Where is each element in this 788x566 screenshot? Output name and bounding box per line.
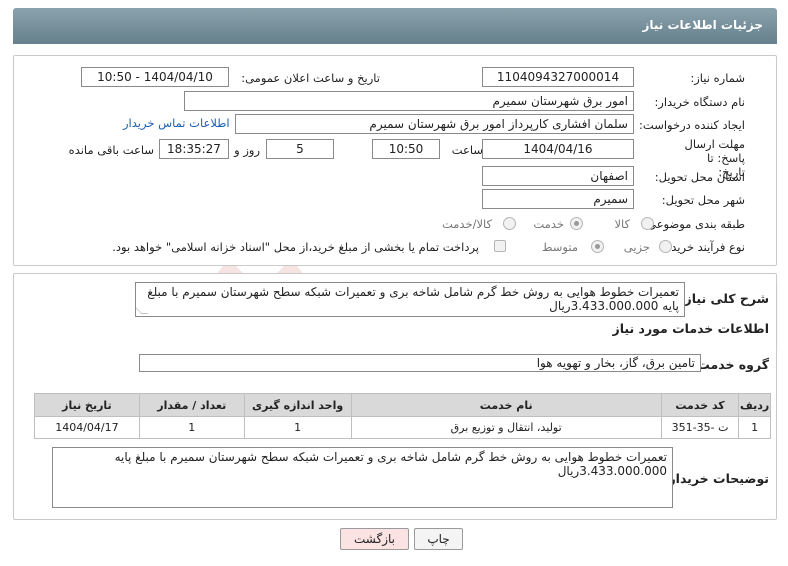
cell-row-number: 1 [738,416,771,439]
city-label: شهر محل تحویل: [661,193,745,207]
deadline-hour-label: ساعت [451,143,483,157]
days-field: 5 [266,139,334,159]
category-radio-service[interactable] [570,217,583,230]
process-label: نوع فرآیند خرید : [663,240,745,254]
process-option-minor: جزیی [623,240,650,254]
treasury-payment-checkbox[interactable] [494,240,506,252]
cell-service-code: ت -35-351 [660,416,740,439]
col-quantity: تعداد / مقدار [138,393,245,417]
buyer-notes-text: تعمیرات خطوط هوایی به روش خط گرم شامل شا… [114,450,667,478]
category-radio-goods[interactable] [641,217,654,230]
process-radio-medium[interactable] [591,240,604,253]
cell-service-name: تولید، انتقال و توزیع برق [350,416,662,439]
page-header: جزئیات اطلاعات نیاز [13,8,777,44]
page-title: جزئیات اطلاعات نیاز [642,18,763,32]
requester-label: ایجاد کننده درخواست: [639,118,745,132]
province-field: اصفهان [482,166,634,186]
buyer-notes-label: توضیحات خریدار: [663,471,769,486]
table-header-row: ردیف کد خدمت نام خدمت واحد اندازه گیری ت… [34,393,771,417]
category-option-goods: کالا [614,217,630,231]
announce-date-label: تاریخ و ساعت اعلان عمومی: [241,71,380,85]
service-group-field: تامین برق، گاز، بخار و تهویه هوا [139,354,701,372]
resize-grip-icon[interactable] [136,307,149,314]
back-button[interactable]: بازگشت [340,528,409,550]
need-number-label: شماره نیاز: [690,71,745,85]
deadline-date-field: 1404/04/16 [482,139,634,159]
col-row-number: ردیف [738,393,771,417]
print-button[interactable]: چاپ [414,528,463,550]
services-section-title: اطلاعات خدمات مورد نیاز [612,321,770,336]
days-label: روز و [234,143,260,157]
remaining-time-field: 18:35:27 [159,139,229,159]
buyer-label: نام دستگاه خریدار: [654,95,745,109]
province-label: استان محل تحویل: [654,170,745,184]
cell-unit: 1 [243,416,352,439]
table-row[interactable]: 1 ت -35-351 تولید، انتقال و توزیع برق 1 … [34,416,771,439]
summary-text: تعمیرات خطوط هوایی به روش خط گرم شامل شا… [147,285,679,313]
announce-date-field: 1404/04/10 - 10:50 [81,67,229,87]
requester-field: سلمان افشاری کارپرداز امور برق شهرستان س… [235,114,634,134]
deadline-time-field: 10:50 [372,139,440,159]
category-radio-goods-service[interactable] [503,217,516,230]
col-service-code: کد خدمت [660,393,740,417]
remaining-label: ساعت باقی مانده [68,143,154,157]
buyer-notes-textarea: تعمیرات خطوط هوایی به روش خط گرم شامل شا… [52,447,673,508]
city-field: سمیرم [482,189,634,209]
category-option-goods-service: کالا/خدمت [441,217,492,231]
category-option-service: خدمت [533,217,564,231]
process-radio-minor[interactable] [659,240,672,253]
category-label: طبقه بندی موضوعی: [643,217,745,231]
col-need-date: تاریخ نیاز [34,393,140,417]
process-option-medium: متوسط [541,240,578,254]
summary-label: شرح کلی نیاز: [679,291,769,306]
col-unit: واحد اندازه گیری [243,393,352,417]
summary-textarea: تعمیرات خطوط هوایی به روش خط گرم شامل شا… [135,282,685,317]
buyer-field: امور برق شهرستان سمیرم [184,91,634,111]
buyer-contact-link[interactable]: اطلاعات تماس خریدار [123,116,230,130]
cell-need-date: 1404/04/17 [34,416,140,439]
cell-quantity: 1 [138,416,245,439]
payment-note: پرداخت تمام یا بخشی از مبلغ خرید،از محل … [112,240,479,254]
services-table: ردیف کد خدمت نام خدمت واحد اندازه گیری ت… [34,393,771,439]
service-group-label: گروه خدمت: [692,357,769,372]
col-service-name: نام خدمت [350,393,662,417]
need-number-field: 1104094327000014 [482,67,634,87]
